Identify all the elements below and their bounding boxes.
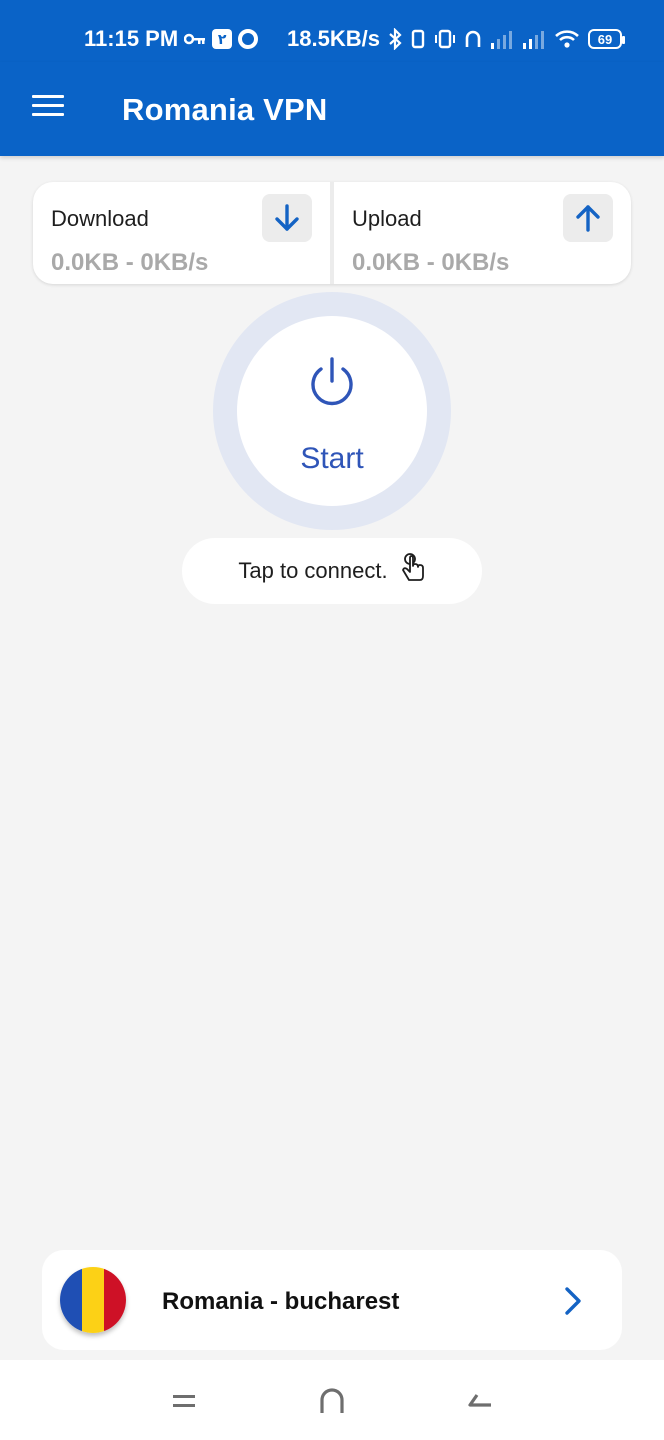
download-label: Download [51,206,149,231]
server-selector[interactable]: Romania - bucharest [42,1250,622,1350]
system-nav-bar [0,1360,664,1440]
upload-label: Upload [352,206,422,231]
flag-stripe-blue [60,1267,82,1333]
chevron-right-icon [564,1286,582,1321]
upload-arrow-icon [563,194,613,242]
vpn-key-icon [184,32,206,46]
romania-flag-icon [60,1267,126,1333]
alarm-icon [434,28,456,50]
flag-stripe-yellow [82,1267,104,1333]
wifi-icon [554,29,580,49]
server-name: Romania - bucharest [162,1288,400,1315]
battery-level: 69 [597,31,613,47]
hint-text: Tap to connect. [238,558,388,583]
start-label: Start [300,442,364,475]
power-button-ring: Start [213,292,451,530]
home-icon[interactable] [312,1388,352,1414]
vibrate-icon [410,28,426,50]
signal-2-icon [522,29,546,49]
traffic-stats-card: Download 0.0KB - 0KB/s Upload 0.0KB - 0K… [33,182,631,284]
status-time: 11:15 PM [84,26,179,51]
signal-1-icon [490,29,514,49]
status-time-group: 11:15 PM ٢ [84,26,259,52]
app-title: Romania VPN [122,92,328,127]
flag-stripe-red [104,1267,126,1333]
download-stat: Download 0.0KB - 0KB/s [33,182,330,284]
upload-stat: Upload 0.0KB - 0KB/s [334,182,631,284]
tap-to-connect-hint: Tap to connect. [182,538,482,604]
power-icon [307,356,357,413]
upload-value: 0.0KB - 0KB/s [352,249,510,276]
battery-icon: 69 [587,29,625,49]
download-value: 0.0KB - 0KB/s [51,249,209,276]
recents-icon[interactable] [164,1388,204,1414]
bluetooth-icon [388,28,402,50]
app-bar: Romania VPN [0,62,664,156]
hand-pointer-icon [400,552,426,590]
start-button[interactable]: Start [237,316,427,506]
status-speed: 18.5KB/s [287,26,380,51]
status-right-group: 18.5KB/s 69 [287,26,625,52]
notification-app-icon: ٢ [212,29,233,49]
headset-icon [464,28,482,50]
back-icon[interactable] [460,1388,500,1414]
download-arrow-icon [262,194,312,242]
notification-ring-icon [238,29,259,49]
menu-icon[interactable] [32,95,64,119]
